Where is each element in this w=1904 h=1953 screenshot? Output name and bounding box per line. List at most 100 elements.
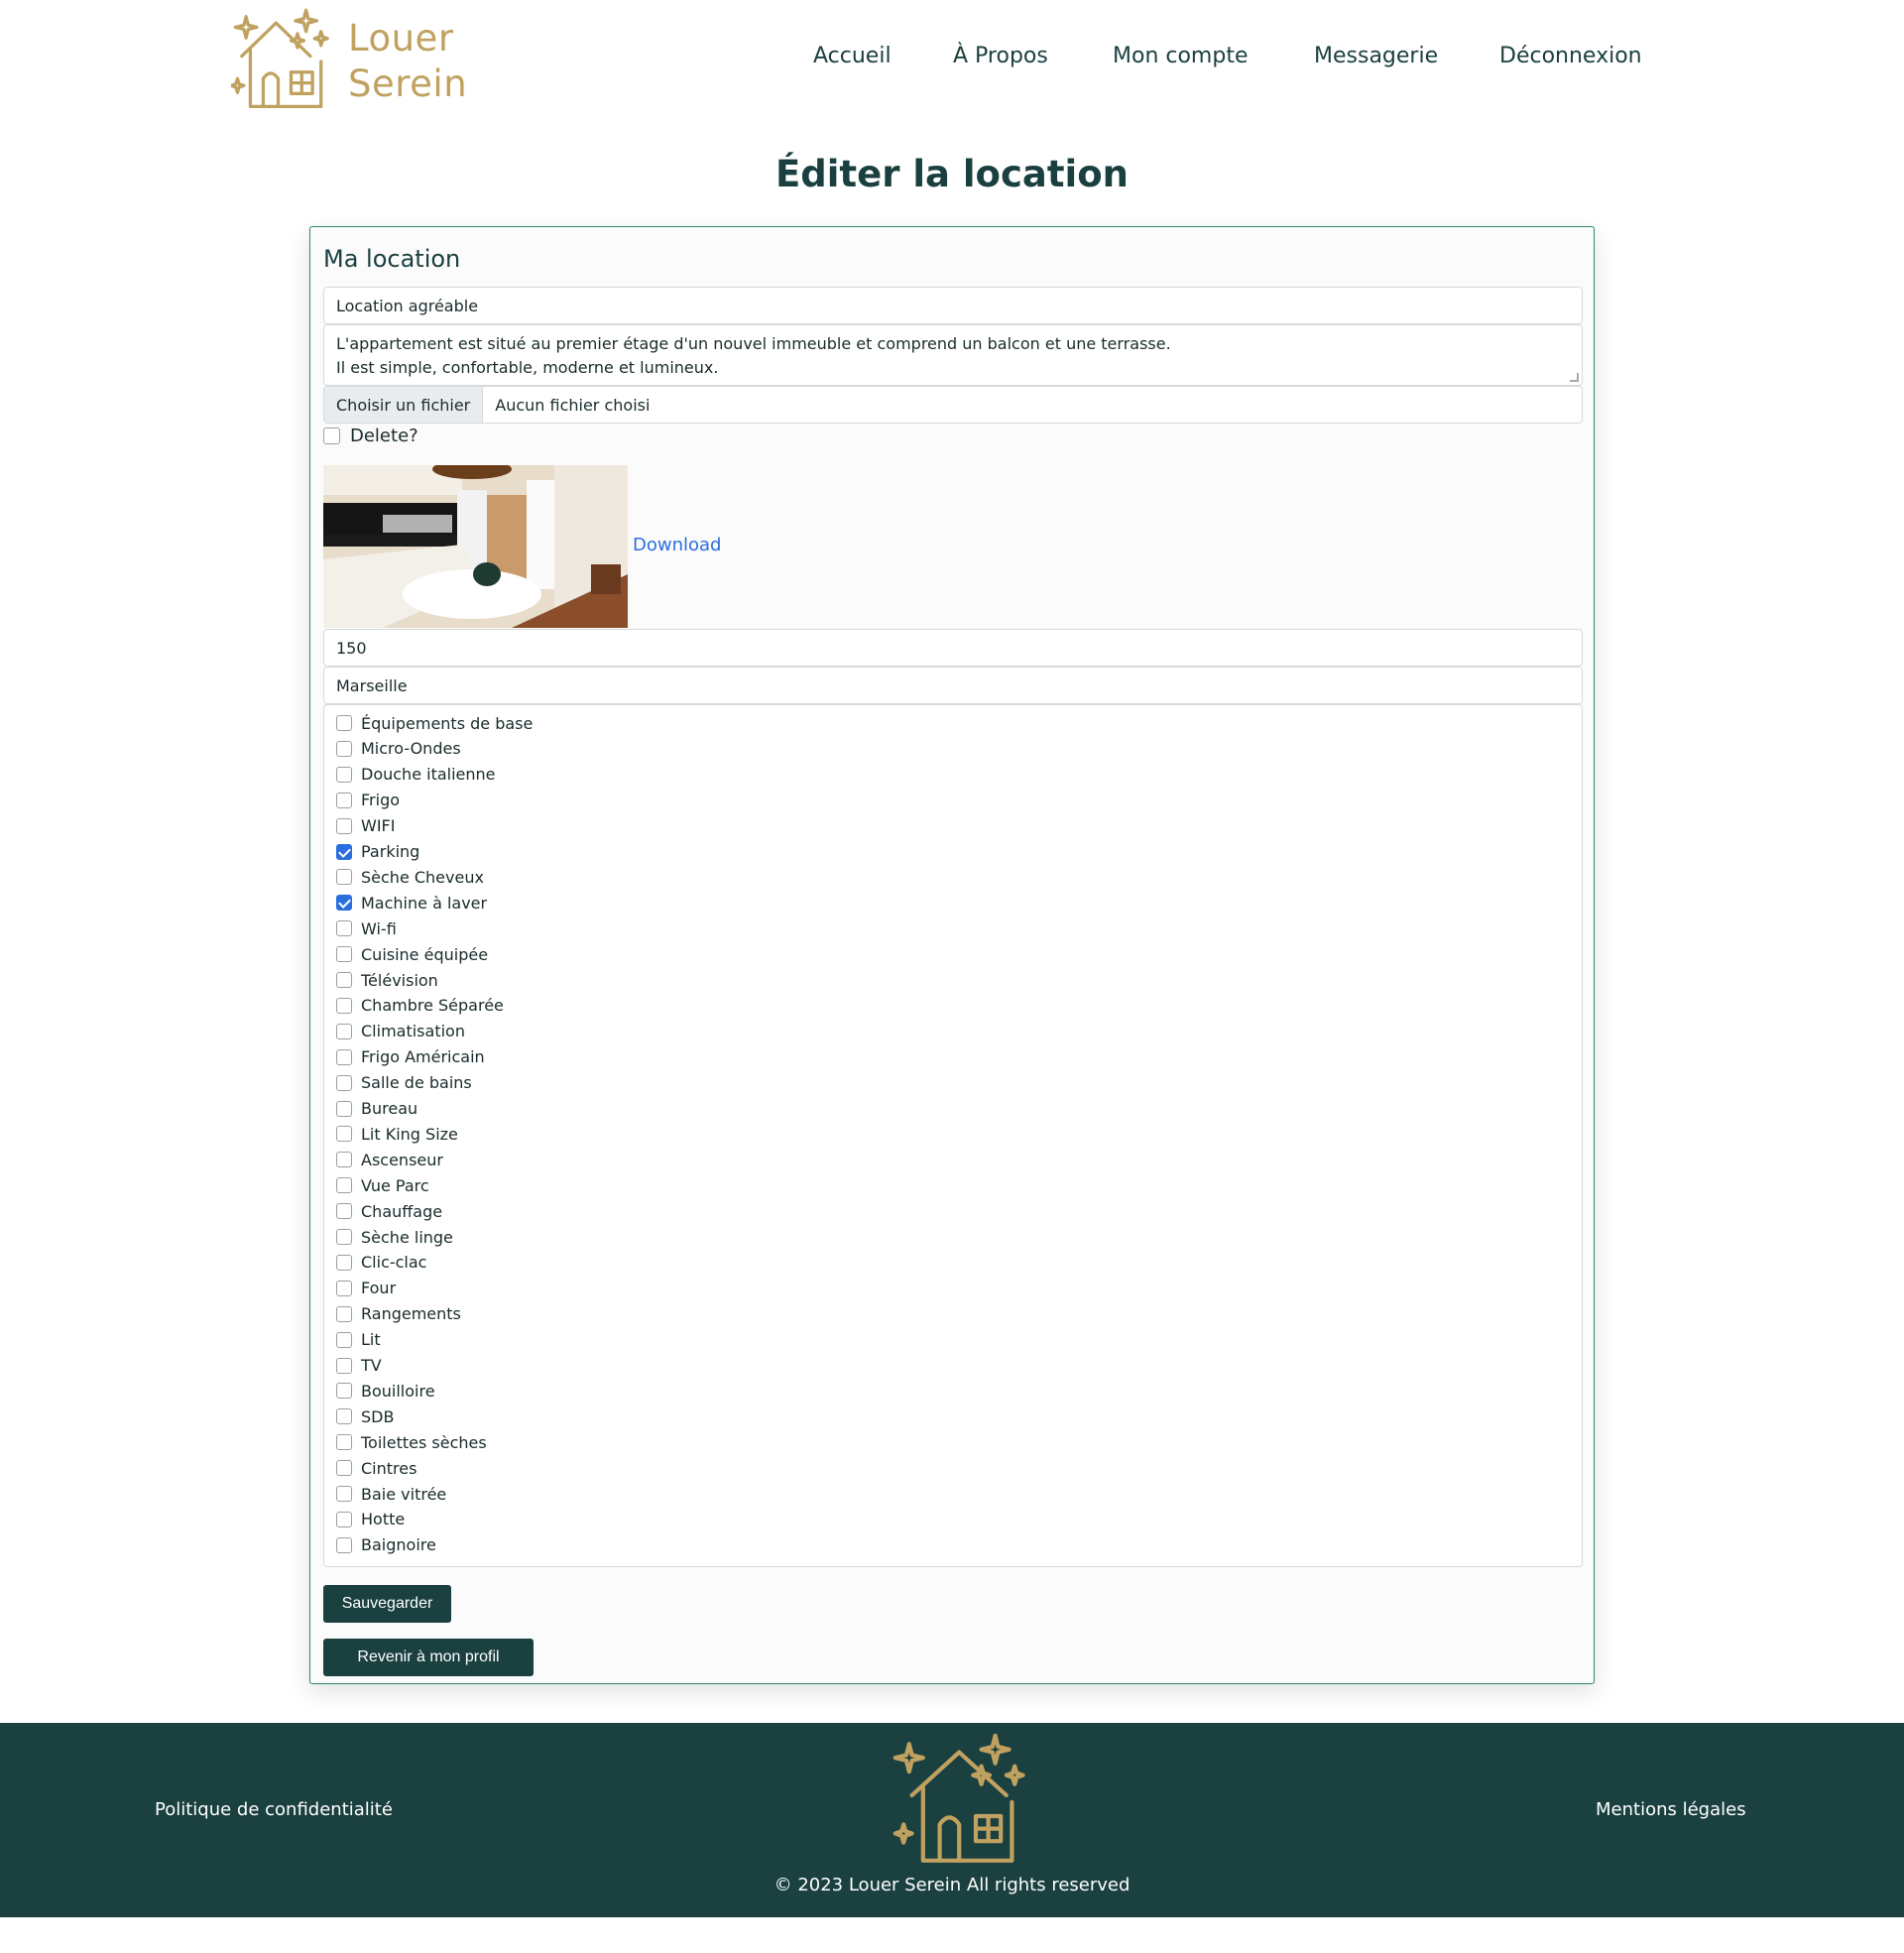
amenity-checkbox[interactable] xyxy=(336,895,352,912)
amenity-label: Vue Parc xyxy=(361,1175,429,1195)
amenity-checkbox[interactable] xyxy=(336,1177,352,1194)
amenity-checkbox[interactable] xyxy=(336,715,352,731)
amenity-checkbox[interactable] xyxy=(336,1023,352,1039)
amenity-checkbox[interactable] xyxy=(336,1434,352,1451)
amenity-checkbox[interactable] xyxy=(336,1511,352,1527)
nav-accueil[interactable]: Accueil xyxy=(813,44,892,68)
edit-rental-card: Ma location Location agréable L'appartem… xyxy=(309,226,1595,1684)
amenity-item[interactable]: Chauffage xyxy=(336,1201,442,1221)
amenity-checkbox[interactable] xyxy=(336,1048,352,1065)
amenity-item[interactable]: Baignoire xyxy=(336,1535,436,1555)
nav-a-propos[interactable]: À Propos xyxy=(953,44,1048,68)
amenity-checkbox[interactable] xyxy=(336,740,352,757)
amenity-checkbox[interactable] xyxy=(336,1536,352,1553)
amenity-item[interactable]: Vue Parc xyxy=(336,1175,429,1195)
amenity-label: Sèche linge xyxy=(361,1227,453,1247)
amenity-checkbox[interactable] xyxy=(336,792,352,808)
amenity-checkbox[interactable] xyxy=(336,869,352,886)
card-title: Ma location xyxy=(323,245,461,273)
amenity-checkbox[interactable] xyxy=(336,1152,352,1168)
amenity-item[interactable]: Machine à laver xyxy=(336,893,487,913)
main-nav: Accueil À Propos Mon compte Messagerie D… xyxy=(0,44,1904,77)
delete-checkbox[interactable] xyxy=(323,427,340,444)
amenity-checkbox[interactable] xyxy=(336,766,352,783)
save-button[interactable]: Sauvegarder xyxy=(323,1585,451,1623)
amenity-checkbox[interactable] xyxy=(336,997,352,1014)
amenity-checkbox[interactable] xyxy=(336,1100,352,1117)
description-textarea[interactable]: L'appartement est situé au premier étage… xyxy=(323,324,1583,386)
amenity-item[interactable]: WIFI xyxy=(336,816,395,836)
amenity-checkbox[interactable] xyxy=(336,1254,352,1271)
amenity-item[interactable]: Frigo Américain xyxy=(336,1047,485,1067)
amenity-checkbox[interactable] xyxy=(336,817,352,834)
amenities-list: Équipements de base Micro-Ondes Douche ita… xyxy=(323,704,1583,1567)
amenity-label: Télévision xyxy=(361,970,438,990)
amenity-item[interactable]: Salle de bains xyxy=(336,1073,472,1093)
amenity-item[interactable]: SDB xyxy=(336,1406,394,1426)
city-input[interactable]: Marseille xyxy=(323,667,1583,704)
amenity-item[interactable]: Lit xyxy=(336,1330,381,1350)
amenity-item[interactable]: Sèche linge xyxy=(336,1227,453,1247)
amenity-checkbox[interactable] xyxy=(336,1126,352,1143)
legal-notice-link[interactable]: Mentions légales xyxy=(1596,1799,1746,1820)
amenity-item[interactable]: Cintres xyxy=(336,1458,416,1478)
amenity-item[interactable]: Wi-fi xyxy=(336,918,397,938)
house-logo-icon xyxy=(892,1733,1025,1863)
resize-handle-icon[interactable] xyxy=(1570,373,1579,382)
amenity-item[interactable]: Chambre Séparée xyxy=(336,996,504,1016)
amenity-checkbox[interactable] xyxy=(336,843,352,860)
amenity-item[interactable]: Frigo xyxy=(336,791,400,810)
price-input[interactable]: 150 xyxy=(323,629,1583,667)
amenity-item[interactable]: Télévision xyxy=(336,970,438,990)
back-to-profile-button[interactable]: Revenir à mon profil xyxy=(323,1639,534,1676)
amenity-item[interactable]: Rangements xyxy=(336,1304,461,1324)
amenity-item[interactable]: Bureau xyxy=(336,1099,417,1119)
amenity-item[interactable]: Parking xyxy=(336,842,419,862)
amenity-item[interactable]: Clic-clac xyxy=(336,1253,426,1273)
amenity-checkbox[interactable] xyxy=(336,1460,352,1477)
amenity-checkbox[interactable] xyxy=(336,1331,352,1348)
delete-image-row[interactable]: Delete? xyxy=(323,426,418,446)
amenity-checkbox[interactable] xyxy=(336,1229,352,1245)
amenity-item[interactable]: Équipements de base xyxy=(336,713,533,733)
amenity-checkbox[interactable] xyxy=(336,1383,352,1400)
amenity-item[interactable]: TV xyxy=(336,1356,382,1376)
amenity-item[interactable]: Cuisine équipée xyxy=(336,944,488,964)
amenity-item[interactable]: Baie vitrée xyxy=(336,1484,446,1504)
amenity-checkbox[interactable] xyxy=(336,920,352,937)
amenity-label: Lit King Size xyxy=(361,1124,458,1144)
amenity-checkbox[interactable] xyxy=(336,1408,352,1425)
delete-label: Delete? xyxy=(350,426,418,446)
amenity-checkbox[interactable] xyxy=(336,1357,352,1374)
amenity-item[interactable]: Hotte xyxy=(336,1510,405,1529)
amenity-label: Bureau xyxy=(361,1099,418,1118)
amenity-item[interactable]: Micro-Ondes xyxy=(336,739,461,759)
amenity-checkbox[interactable] xyxy=(336,1305,352,1322)
amenity-item[interactable]: Climatisation xyxy=(336,1022,465,1041)
amenity-item[interactable]: Four xyxy=(336,1279,396,1298)
amenity-checkbox[interactable] xyxy=(336,972,352,988)
amenity-item[interactable]: Bouilloire xyxy=(336,1381,435,1401)
amenity-checkbox[interactable] xyxy=(336,1203,352,1220)
amenity-label: Cuisine équipée xyxy=(361,944,489,964)
amenity-checkbox[interactable] xyxy=(336,1280,352,1296)
nav-messagerie[interactable]: Messagerie xyxy=(1314,44,1438,68)
amenity-item[interactable]: Douche italienne xyxy=(336,765,496,785)
amenity-item[interactable]: Toilettes sèches xyxy=(336,1432,487,1452)
title-input-value: Location agréable xyxy=(336,296,479,315)
amenity-label: Cintres xyxy=(361,1458,417,1478)
privacy-policy-link[interactable]: Politique de confidentialité xyxy=(155,1799,393,1820)
amenity-item[interactable]: Sèche Cheveux xyxy=(336,867,484,887)
amenity-checkbox[interactable] xyxy=(336,1486,352,1502)
nav-deconnexion[interactable]: Déconnexion xyxy=(1499,44,1642,68)
amenity-checkbox[interactable] xyxy=(336,1074,352,1091)
amenity-item[interactable]: Lit King Size xyxy=(336,1124,458,1144)
download-link[interactable]: Download xyxy=(633,535,721,555)
choose-file-button[interactable]: Choisir un fichier xyxy=(324,387,484,423)
amenity-checkbox[interactable] xyxy=(336,946,352,963)
title-input[interactable]: Location agréable xyxy=(323,287,1583,324)
amenity-label: Four xyxy=(361,1279,397,1298)
amenity-item[interactable]: Ascenseur xyxy=(336,1150,443,1169)
nav-mon-compte[interactable]: Mon compte xyxy=(1113,44,1249,68)
file-input[interactable]: Choisir un fichier Aucun fichier choisi xyxy=(323,386,1583,424)
